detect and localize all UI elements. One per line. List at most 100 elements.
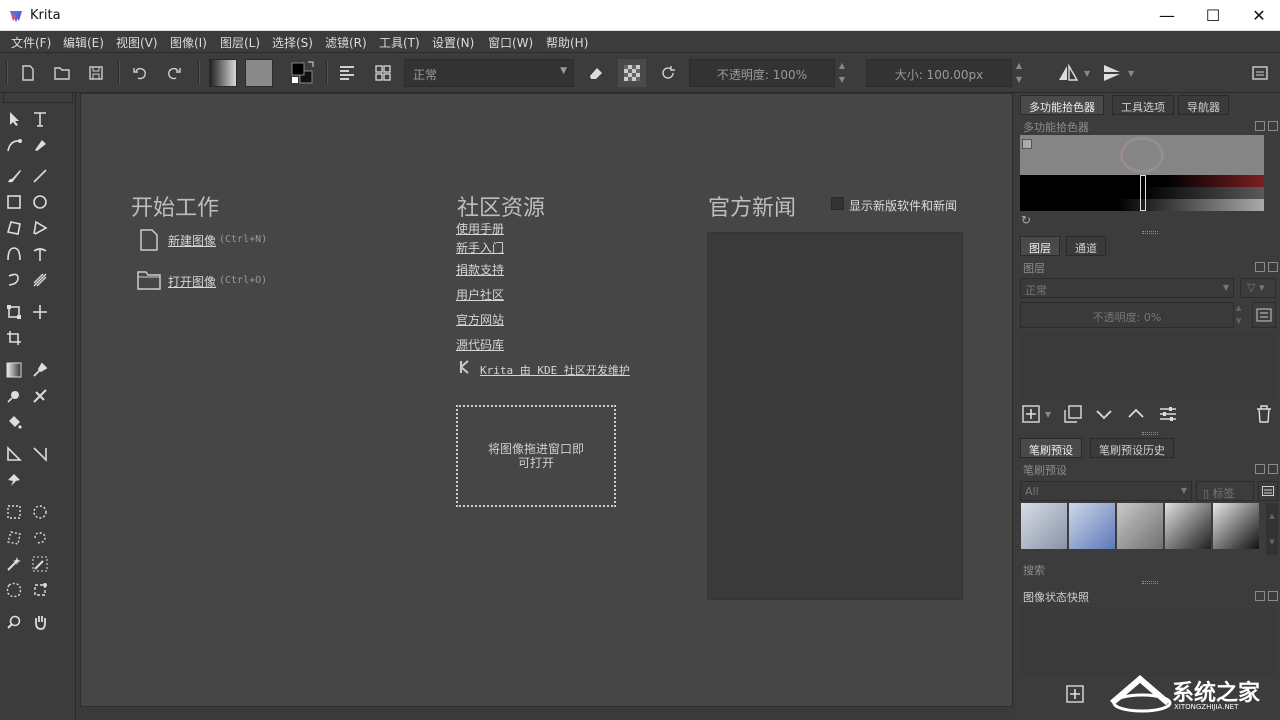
tab-layers[interactable]: 图层: [1020, 236, 1060, 256]
undo-icon[interactable]: [126, 59, 154, 87]
link-official-site[interactable]: 官方网站: [456, 311, 504, 328]
move-layer-up-icon[interactable]: [1127, 405, 1145, 426]
fill-tool-icon[interactable]: [3, 411, 25, 433]
minimize-button[interactable]: —: [1144, 0, 1190, 31]
preset-scrollbar[interactable]: ▲ ▼: [1266, 503, 1278, 555]
transform-tool-icon[interactable]: [3, 301, 25, 323]
color-wheel[interactable]: [1120, 137, 1164, 173]
rect-select-icon[interactable]: [3, 501, 25, 523]
multibrush-icon[interactable]: [29, 269, 51, 291]
brush-preset-ink-pen[interactable]: [1165, 503, 1211, 549]
new-image-link[interactable]: 新建图像: [168, 232, 216, 249]
brush-preset-marker[interactable]: [1213, 503, 1259, 549]
menu-settings[interactable]: 设置(N): [432, 34, 474, 51]
menu-image[interactable]: 图像(I): [170, 34, 207, 51]
color-picker-icon[interactable]: [29, 359, 51, 381]
tab-tool-options[interactable]: 工具选项: [1112, 95, 1174, 115]
brush-presets-icon[interactable]: [369, 59, 397, 87]
opacity-spin-arrows[interactable]: ▲ ▼: [836, 59, 848, 87]
measure-tool-icon[interactable]: [3, 443, 25, 465]
layer-opacity-slider[interactable]: 不透明度: 0%: [1020, 302, 1234, 328]
select-shapes-icon[interactable]: [3, 108, 25, 130]
refresh-icon[interactable]: ↻: [1021, 213, 1031, 227]
link-user-community[interactable]: 用户社区: [456, 286, 504, 303]
bezier-tool-icon[interactable]: [3, 243, 25, 265]
open-folder-icon[interactable]: [137, 269, 161, 294]
link-getting-started[interactable]: 新手入门: [456, 239, 504, 256]
splitter-handle[interactable]: [1142, 231, 1158, 234]
similar-select-icon[interactable]: [29, 553, 51, 575]
snapshot-list[interactable]: [1020, 607, 1276, 677]
pattern-selector[interactable]: [245, 59, 273, 87]
float-panel-icon[interactable]: [1255, 591, 1265, 601]
drop-zone[interactable]: 将图像拖进窗口即 可打开: [456, 405, 616, 507]
delete-layer-icon[interactable]: [1256, 405, 1272, 426]
tab-brush-presets[interactable]: 笔刷预设: [1020, 438, 1082, 458]
perspective-grid-icon[interactable]: [29, 443, 51, 465]
gradient-selector[interactable]: [209, 59, 237, 87]
edit-shapes-icon[interactable]: [3, 134, 25, 156]
maximize-button[interactable]: ☐: [1190, 0, 1236, 31]
layer-opacity-spin[interactable]: ▲ ▼: [1236, 302, 1246, 328]
color-menu-icon[interactable]: [1022, 139, 1032, 149]
toolbar-handle[interactable]: [6, 61, 8, 85]
menu-help[interactable]: 帮助(H): [546, 34, 588, 51]
close-panel-icon[interactable]: [1268, 591, 1278, 601]
brush-preset-airbrush[interactable]: [1117, 503, 1163, 549]
kde-community-link[interactable]: Krita 由 KDE 社区开发维护: [480, 362, 630, 378]
layer-filter-icon[interactable]: ▽ ▾: [1240, 278, 1276, 298]
crop-tool-icon[interactable]: [3, 327, 25, 349]
menu-select[interactable]: 选择(S): [272, 34, 313, 51]
brush-tag-button[interactable]: ▯ 标签: [1196, 481, 1254, 501]
layer-properties-icon[interactable]: [1159, 405, 1177, 426]
brush-settings-icon[interactable]: [333, 59, 361, 87]
menu-filter[interactable]: 滤镜(R): [325, 34, 367, 51]
close-panel-icon[interactable]: [1268, 262, 1278, 272]
menu-file[interactable]: 文件(F): [11, 34, 51, 51]
polyline-tool-icon[interactable]: [29, 217, 51, 239]
pan-tool-icon[interactable]: [29, 611, 51, 633]
menu-layer[interactable]: 图层(L): [220, 34, 260, 51]
tab-navigator[interactable]: 导航器: [1178, 95, 1229, 115]
brush-preset-blue-pencil[interactable]: [1069, 503, 1115, 549]
line-tool-icon[interactable]: [29, 165, 51, 187]
link-donate[interactable]: 捐款支持: [456, 261, 504, 278]
foreground-background-color[interactable]: [288, 59, 316, 87]
mirror-vertical-icon[interactable]: [1098, 59, 1126, 87]
duplicate-layer-icon[interactable]: [1064, 405, 1082, 426]
float-panel-icon[interactable]: [1255, 464, 1265, 474]
preserve-alpha-icon[interactable]: [618, 59, 646, 87]
float-panel-icon[interactable]: [1255, 121, 1265, 131]
brush-filter-select[interactable]: All ▼: [1020, 481, 1192, 501]
menu-edit[interactable]: 编辑(E): [63, 34, 104, 51]
menu-view[interactable]: 视图(V): [116, 34, 158, 51]
slider-handle[interactable]: [1140, 175, 1146, 211]
open-folder-icon[interactable]: [48, 59, 76, 87]
close-button[interactable]: ✕: [1236, 0, 1280, 31]
blend-mode-select[interactable]: 正常 ▼: [404, 59, 574, 87]
eraser-mode-icon[interactable]: [582, 59, 610, 87]
open-image-link[interactable]: 打开图像: [168, 273, 216, 290]
float-panel-icon[interactable]: [1255, 262, 1265, 272]
layer-options-icon[interactable]: [1252, 302, 1276, 328]
rectangle-tool-icon[interactable]: [3, 191, 25, 213]
add-layer-icon[interactable]: [1022, 405, 1040, 426]
reference-image-icon[interactable]: [3, 469, 25, 491]
add-snapshot-icon[interactable]: [1066, 685, 1084, 706]
color-selector-area[interactable]: [1020, 135, 1264, 211]
workspace-chooser-icon[interactable]: [1246, 59, 1274, 87]
brush-menu-icon[interactable]: [1258, 481, 1278, 501]
size-spin-arrows[interactable]: ▲ ▼: [1013, 59, 1025, 87]
chevron-down-icon[interactable]: ▼: [1084, 69, 1090, 78]
link-user-manual[interactable]: 使用手册: [456, 220, 504, 237]
tab-advanced-color-selector[interactable]: 多功能拾色器: [1020, 95, 1104, 115]
tab-brush-history[interactable]: 笔刷预设历史: [1090, 438, 1174, 458]
freehand-select-icon[interactable]: [29, 527, 51, 549]
text-tool-icon[interactable]: [29, 108, 51, 130]
brush-preset-eraser[interactable]: [1021, 503, 1067, 549]
magnetic-select-icon[interactable]: [29, 579, 51, 601]
brush-size-slider[interactable]: 大小: 100.00px: [866, 59, 1012, 87]
mirror-horizontal-icon[interactable]: [1054, 59, 1082, 87]
layer-blend-select[interactable]: 正常 ▼: [1020, 278, 1234, 298]
redo-icon[interactable]: [160, 59, 188, 87]
